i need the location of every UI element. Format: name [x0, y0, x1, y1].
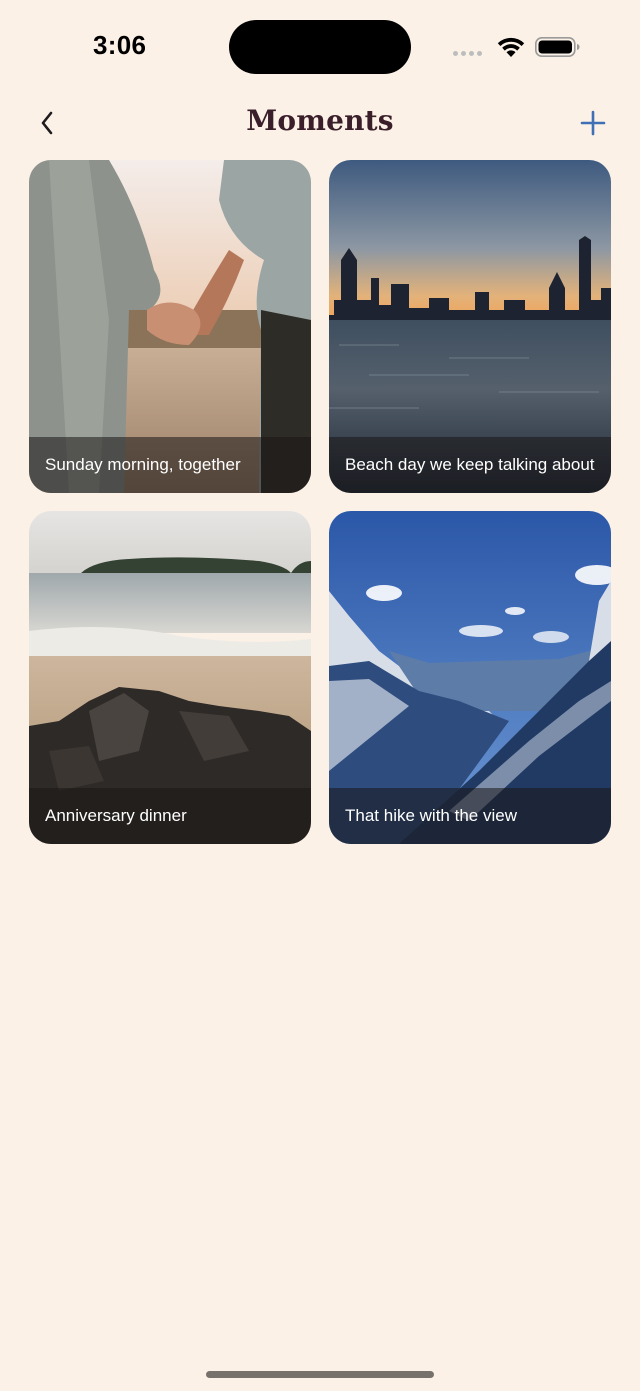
- plus-icon: [580, 110, 606, 136]
- home-indicator[interactable]: [206, 1371, 434, 1378]
- battery-icon: [535, 37, 580, 57]
- moment-card[interactable]: Sunday morning, together: [29, 160, 311, 493]
- cellular-signal-icon: [453, 51, 482, 56]
- wifi-icon: [497, 37, 525, 57]
- status-time: 3:06: [93, 30, 147, 60]
- page-title: Moments: [246, 104, 394, 137]
- moment-caption: Sunday morning, together: [29, 437, 311, 493]
- dynamic-island: [229, 20, 411, 74]
- screen: 3:06 Moments Sunday morning, together Be…: [0, 0, 640, 1391]
- moment-caption: That hike with the view: [329, 788, 611, 844]
- add-moment-button[interactable]: [576, 106, 610, 140]
- moment-card[interactable]: Anniversary dinner: [29, 511, 311, 844]
- moment-caption: Anniversary dinner: [29, 788, 311, 844]
- moment-caption: Beach day we keep talking about: [329, 437, 611, 493]
- moment-card[interactable]: That hike with the view: [329, 511, 611, 844]
- moment-card[interactable]: Beach day we keep talking about: [329, 160, 611, 493]
